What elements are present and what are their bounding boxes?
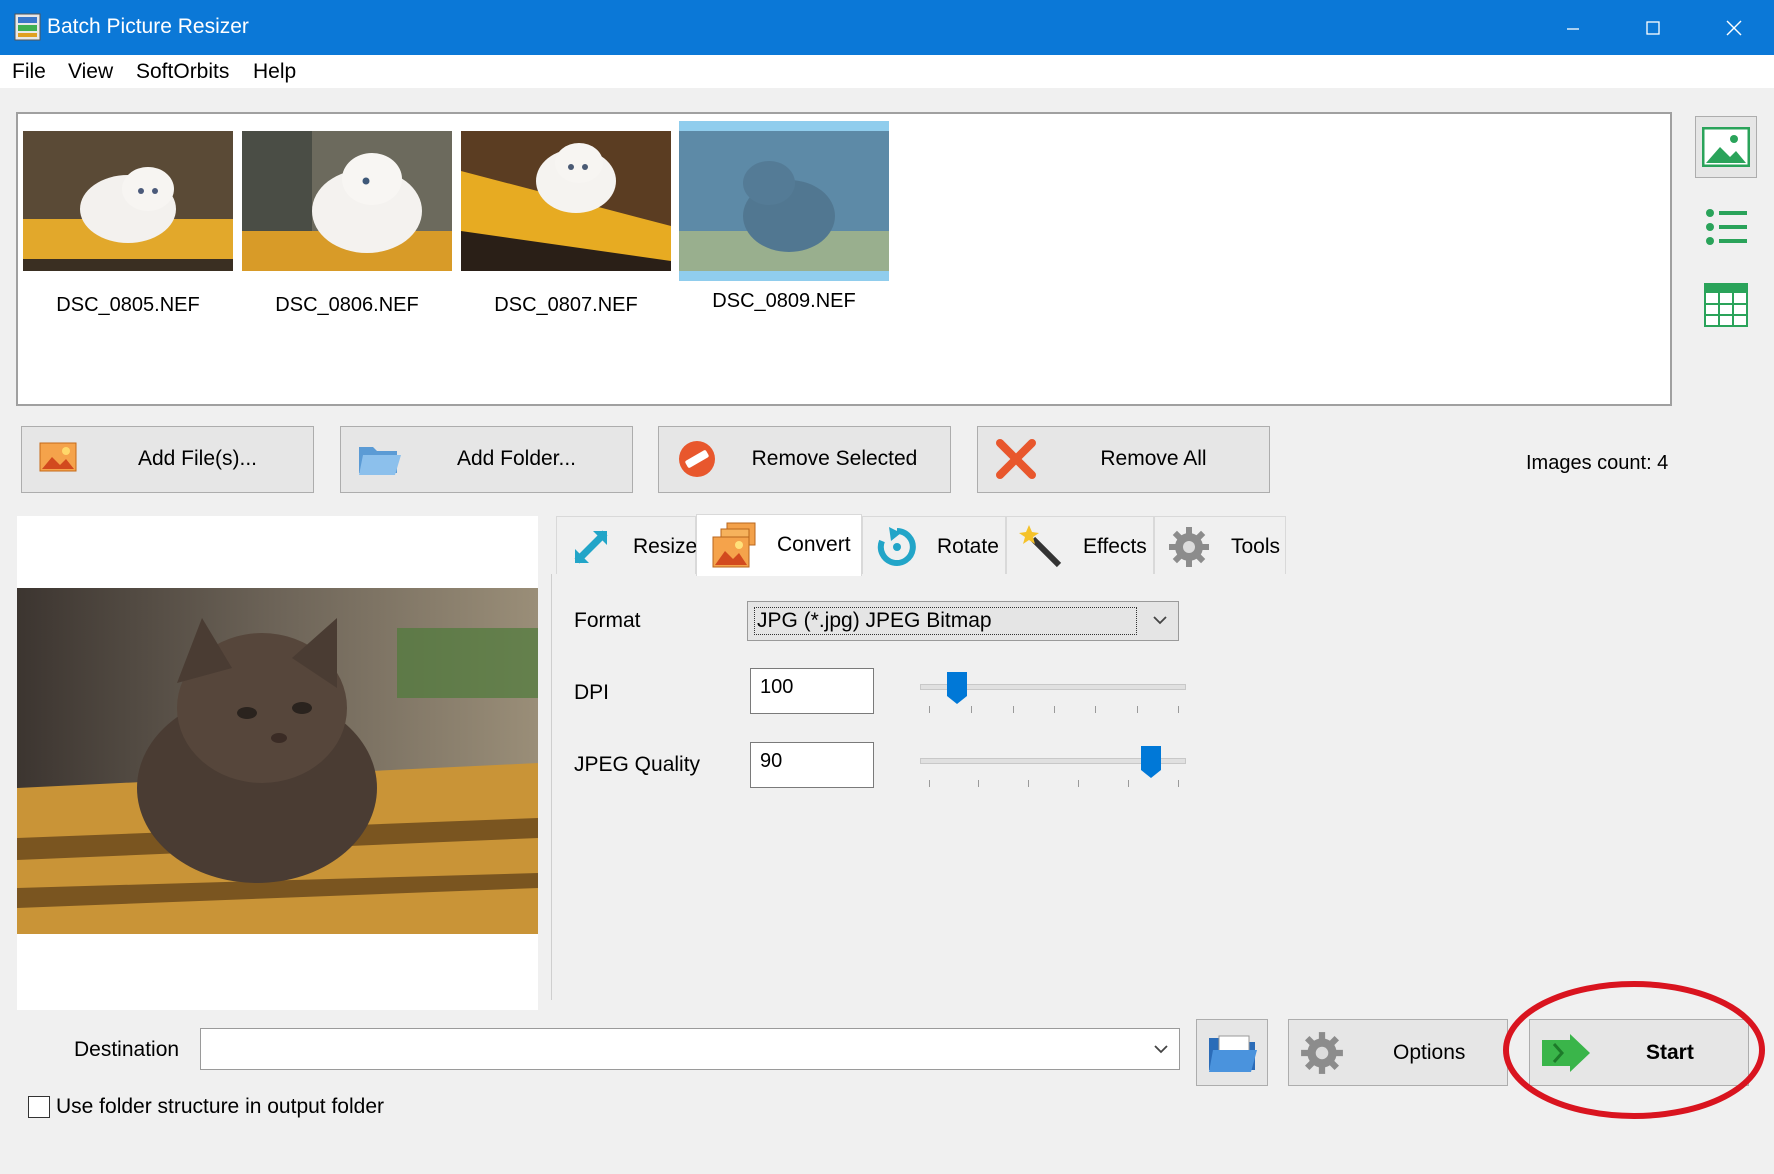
- folder-icon: [359, 447, 401, 475]
- close-button[interactable]: [1694, 0, 1774, 55]
- convert-icon: [712, 522, 756, 568]
- maximize-button[interactable]: [1613, 0, 1693, 55]
- jpeg-quality-label: JPEG Quality: [574, 753, 701, 776]
- preview-image: [17, 588, 538, 934]
- minimize-button[interactable]: [1533, 0, 1613, 55]
- jpeg-quality-slider-thumb[interactable]: [1141, 746, 1161, 778]
- thumbnail-item[interactable]: DSC_0805.NEF: [23, 131, 233, 317]
- tab-convert-label: Convert: [777, 533, 851, 556]
- thumbnail-item-selected[interactable]: DSC_0809.NEF: [679, 121, 889, 313]
- thumbnail-label: DSC_0807.NEF: [494, 294, 638, 316]
- folder-structure-checkbox[interactable]: [28, 1096, 50, 1118]
- menu-help[interactable]: Help: [253, 60, 296, 84]
- add-folder-label: Add Folder...: [456, 447, 577, 470]
- add-files-button[interactable]: Add File(s)...: [21, 426, 314, 493]
- options-button[interactable]: Options: [1288, 1019, 1508, 1086]
- tab-rotate[interactable]: Rotate: [862, 516, 1006, 574]
- app-icon: [14, 12, 41, 42]
- remove-all-button[interactable]: Remove All: [977, 426, 1270, 493]
- grid-view-icon: [1704, 283, 1748, 327]
- picture-view-icon: [1702, 127, 1750, 167]
- images-count: Images count: 4: [1526, 452, 1669, 474]
- dpi-input[interactable]: 100: [750, 668, 874, 714]
- thumbnail-item[interactable]: DSC_0807.NEF: [461, 131, 671, 317]
- thumbnail-item[interactable]: DSC_0806.NEF: [242, 131, 452, 317]
- tab-tools[interactable]: Tools: [1154, 516, 1286, 574]
- resize-icon: [574, 530, 608, 564]
- thumbnail-label: DSC_0809.NEF: [712, 290, 856, 312]
- tab-rotate-label: Rotate: [937, 535, 999, 558]
- format-value: JPG (*.jpg) JPEG Bitmap: [754, 607, 1137, 635]
- thumbnail-label: DSC_0805.NEF: [56, 294, 200, 316]
- highlight-circle: [1503, 981, 1765, 1119]
- menu-softorbits[interactable]: SoftOrbits: [136, 60, 229, 84]
- dpi-slider-thumb[interactable]: [947, 672, 967, 704]
- chevron-down-icon[interactable]: [1153, 1043, 1169, 1055]
- add-files-label: Add File(s)...: [137, 447, 258, 470]
- chevron-down-icon: [1153, 616, 1167, 625]
- options-label: Options: [1393, 1041, 1466, 1064]
- thumbnail-image: [242, 131, 452, 271]
- thumbnail-image: [679, 121, 889, 281]
- thumbnail-image: [461, 131, 671, 271]
- tab-resize[interactable]: Resize: [556, 516, 698, 574]
- remove-selected-label: Remove Selected: [751, 447, 918, 470]
- thumbnail-label: DSC_0806.NEF: [275, 294, 419, 316]
- tab-effects[interactable]: Effects: [1006, 516, 1154, 574]
- list-view-button[interactable]: [1695, 196, 1757, 258]
- gear-icon: [1169, 527, 1209, 567]
- dpi-label: DPI: [574, 681, 610, 704]
- grid-view-button[interactable]: [1695, 274, 1757, 336]
- thumbnail-image: [23, 131, 233, 271]
- preview-pane: [17, 516, 538, 1010]
- open-folder-icon: [1209, 1035, 1257, 1072]
- tab-resize-label: Resize: [633, 535, 698, 558]
- menu-bar: File View SoftOrbits Help: [0, 55, 1774, 88]
- remove-all-label: Remove All: [1100, 447, 1207, 470]
- gear-icon: [1301, 1032, 1343, 1074]
- menu-file[interactable]: File: [12, 60, 46, 84]
- image-list-pane[interactable]: DSC_0805.NEF DSC_0806.NEF DSC_0807.NEF D…: [16, 112, 1672, 406]
- rotate-icon: [877, 527, 916, 566]
- window-title: Batch Picture Resizer: [47, 15, 249, 38]
- picture-view-button[interactable]: [1695, 116, 1757, 178]
- add-folder-button[interactable]: Add Folder...: [340, 426, 633, 493]
- list-view-icon: [1706, 209, 1747, 245]
- menu-view[interactable]: View: [68, 60, 113, 84]
- browse-folder-button[interactable]: [1196, 1019, 1268, 1086]
- folder-structure-label[interactable]: Use folder structure in output folder: [56, 1095, 384, 1119]
- tab-tools-label: Tools: [1231, 535, 1281, 558]
- jpeg-quality-input[interactable]: 90: [750, 742, 874, 788]
- remove-selected-button[interactable]: Remove Selected: [658, 426, 951, 493]
- remove-all-icon: [996, 439, 1036, 479]
- title-bar: Batch Picture Resizer: [0, 0, 1774, 55]
- destination-combobox[interactable]: [200, 1028, 1180, 1070]
- format-label: Format: [574, 609, 641, 632]
- format-dropdown[interactable]: JPG (*.jpg) JPEG Bitmap: [747, 601, 1179, 641]
- tab-convert[interactable]: Convert: [696, 514, 862, 576]
- add-image-icon: [39, 442, 77, 472]
- tab-effects-label: Effects: [1083, 535, 1147, 558]
- destination-label: Destination: [74, 1038, 180, 1061]
- remove-selected-icon: [679, 441, 715, 477]
- magic-wand-icon: [1019, 525, 1062, 568]
